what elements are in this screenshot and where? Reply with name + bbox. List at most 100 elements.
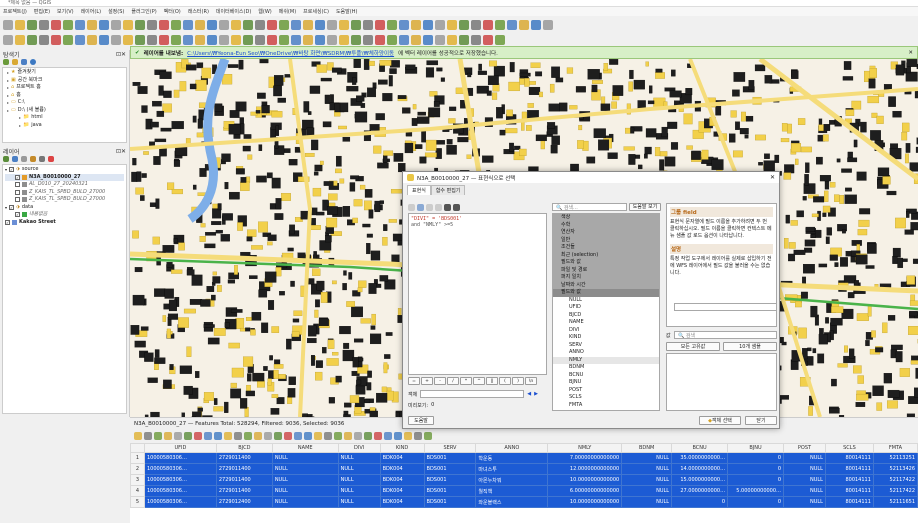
table-cell[interactable]: 10000580306… — [143, 452, 217, 464]
table-cell[interactable]: 2729011400 — [215, 485, 273, 497]
field-item[interactable]: UFID — [553, 304, 659, 312]
table-row[interactable]: 1 10000580306… 2729011400 NULL NULL BDK004 BDS… — [130, 452, 918, 464]
table-tool-icon[interactable] — [194, 432, 202, 440]
table-cell[interactable]: BDK004 — [379, 485, 425, 497]
menu-item[interactable]: 래스터(R) — [188, 8, 209, 15]
browser-item[interactable]: ▸ ▣ 공간 북마크 — [5, 77, 124, 85]
export-icon[interactable] — [453, 203, 460, 211]
panel-close-icon[interactable]: ⊡✕ — [116, 148, 126, 155]
tool-icon[interactable] — [303, 20, 313, 30]
browser-item[interactable]: ▸ ▭ C:\ — [5, 99, 124, 107]
layer-item[interactable]: Z_KAIS_TL_SPBD_BULD_27000 — [5, 189, 124, 197]
layer-item[interactable]: ✓ 내용없음 — [5, 211, 124, 219]
edit-tool-icon[interactable] — [27, 34, 37, 45]
table-cell[interactable]: 와운블랙스 — [475, 496, 549, 508]
tool-icon[interactable] — [111, 20, 121, 30]
operator-button[interactable]: + — [421, 377, 433, 385]
tool-icon[interactable] — [63, 20, 73, 30]
table-cell[interactable]: 52111651 — [872, 496, 918, 508]
table-tool-icon[interactable] — [154, 432, 162, 440]
tool-icon[interactable] — [231, 20, 241, 30]
tool-icon[interactable] — [219, 20, 229, 30]
row-number[interactable]: 4 — [130, 485, 145, 497]
value-search-input[interactable] — [674, 303, 777, 311]
edit-tool-icon[interactable] — [183, 34, 193, 45]
layer-checkbox[interactable] — [15, 182, 20, 188]
edit-tool-icon[interactable] — [351, 34, 361, 45]
table-cell[interactable]: 12.0000000000000 — [547, 463, 623, 475]
table-cell[interactable]: 2729011400 — [215, 452, 273, 464]
table-cell[interactable]: 0 — [727, 452, 785, 464]
layer-group[interactable]: ▾ ✓ ⬗ data — [5, 204, 124, 212]
tool-icon[interactable] — [123, 20, 133, 30]
table-row[interactable]: 2 10000580306… 2729011400 NULL NULL BDK004 BDS… — [130, 463, 918, 475]
tool-icon[interactable] — [87, 20, 97, 30]
edit-tool-icon[interactable] — [63, 34, 73, 45]
table-row[interactable]: 3 10000580306… 2729011400 NULL NULL BDK004 BDS… — [130, 474, 918, 486]
tool-icon[interactable] — [99, 20, 109, 30]
layer-item[interactable]: AL_D010_27_20240321 — [5, 181, 124, 189]
column-header[interactable]: UFID — [143, 443, 217, 453]
layer-item[interactable]: Z_KAIS_TL_SPBD_BULD_27000 — [5, 196, 124, 204]
table-tool-icon[interactable] — [294, 432, 302, 440]
tool-icon[interactable] — [3, 20, 13, 30]
expand-arrow-icon[interactable]: ▸ — [7, 77, 9, 85]
function-group-expanded[interactable]: 필드와 값 — [553, 289, 659, 297]
edit-tool-icon[interactable] — [231, 34, 241, 45]
row-number[interactable]: 5 — [130, 496, 145, 508]
table-tool-icon[interactable] — [134, 432, 142, 440]
table-cell[interactable]: 10000580306… — [143, 496, 217, 508]
help-button[interactable]: 도움말 — [408, 416, 434, 425]
function-group[interactable]: 파일 및 경로 — [553, 266, 659, 274]
style-icon[interactable] — [3, 156, 9, 162]
field-item[interactable]: BJCD — [553, 311, 659, 319]
menu-item[interactable]: 프로세싱(C) — [303, 8, 329, 15]
edit-tool-icon[interactable] — [363, 34, 373, 45]
function-group[interactable]: 수학 — [553, 221, 659, 229]
tool-icon[interactable] — [471, 20, 481, 30]
tool-icon[interactable] — [459, 20, 469, 30]
expand-icon[interactable] — [39, 156, 45, 162]
field-item[interactable]: NULL — [553, 296, 659, 304]
tool-icon[interactable] — [195, 20, 205, 30]
table-tool-icon[interactable] — [324, 432, 332, 440]
edit-tool-icon[interactable] — [375, 34, 385, 45]
function-group[interactable]: 최근 (selection) — [553, 251, 659, 259]
tool-icon[interactable] — [531, 20, 541, 30]
tab-expression[interactable]: 표현식 — [407, 185, 431, 195]
table-cell[interactable]: 2729012400 — [215, 496, 273, 508]
edit-tool-icon[interactable] — [99, 34, 109, 45]
tool-icon[interactable] — [519, 20, 529, 30]
info-icon[interactable] — [30, 59, 36, 65]
tool-icon[interactable] — [147, 20, 157, 30]
function-tree[interactable]: 색상 수학 연산자 일반 조건들 최근 (selection) 필드와 값 파일 및 경로 퍼지… — [552, 213, 660, 411]
browser-item[interactable]: ▸ ⌂ 홈 — [5, 92, 124, 100]
operator-button[interactable]: - — [434, 377, 446, 385]
expand-arrow-icon[interactable]: ▸ — [7, 92, 9, 100]
table-tool-icon[interactable] — [274, 432, 282, 440]
add-group-icon[interactable] — [12, 156, 18, 162]
row-number[interactable]: 1 — [130, 452, 145, 464]
feature-combo[interactable] — [420, 390, 525, 398]
function-group[interactable]: 퍼지 일치 — [553, 274, 659, 282]
table-tool-icon[interactable] — [164, 432, 172, 440]
layer-group[interactable]: ▾ ✓ ⬗ source — [5, 166, 124, 174]
table-tool-icon[interactable] — [224, 432, 232, 440]
prev-feature-icon[interactable]: ◀ — [527, 391, 531, 397]
tool-icon[interactable] — [447, 20, 457, 30]
layer-checkbox[interactable] — [15, 189, 20, 195]
table-tool-icon[interactable] — [254, 432, 262, 440]
tool-icon[interactable] — [243, 20, 253, 30]
field-item[interactable]: SCLS — [553, 394, 659, 402]
menu-item[interactable]: 레이어(L) — [81, 8, 102, 15]
tool-icon[interactable] — [363, 20, 373, 30]
delete-icon[interactable] — [435, 203, 442, 211]
edit-tool-icon[interactable] — [195, 34, 205, 45]
edit-tool-icon[interactable] — [123, 34, 133, 45]
field-item[interactable]: ANNO — [553, 349, 659, 357]
edit-tool-icon[interactable] — [219, 34, 229, 45]
table-cell[interactable]: NULL — [337, 452, 381, 464]
field-item[interactable]: BCNU — [553, 371, 659, 379]
table-tool-icon[interactable] — [384, 432, 392, 440]
menu-item[interactable]: 벡터(O) — [164, 8, 181, 15]
